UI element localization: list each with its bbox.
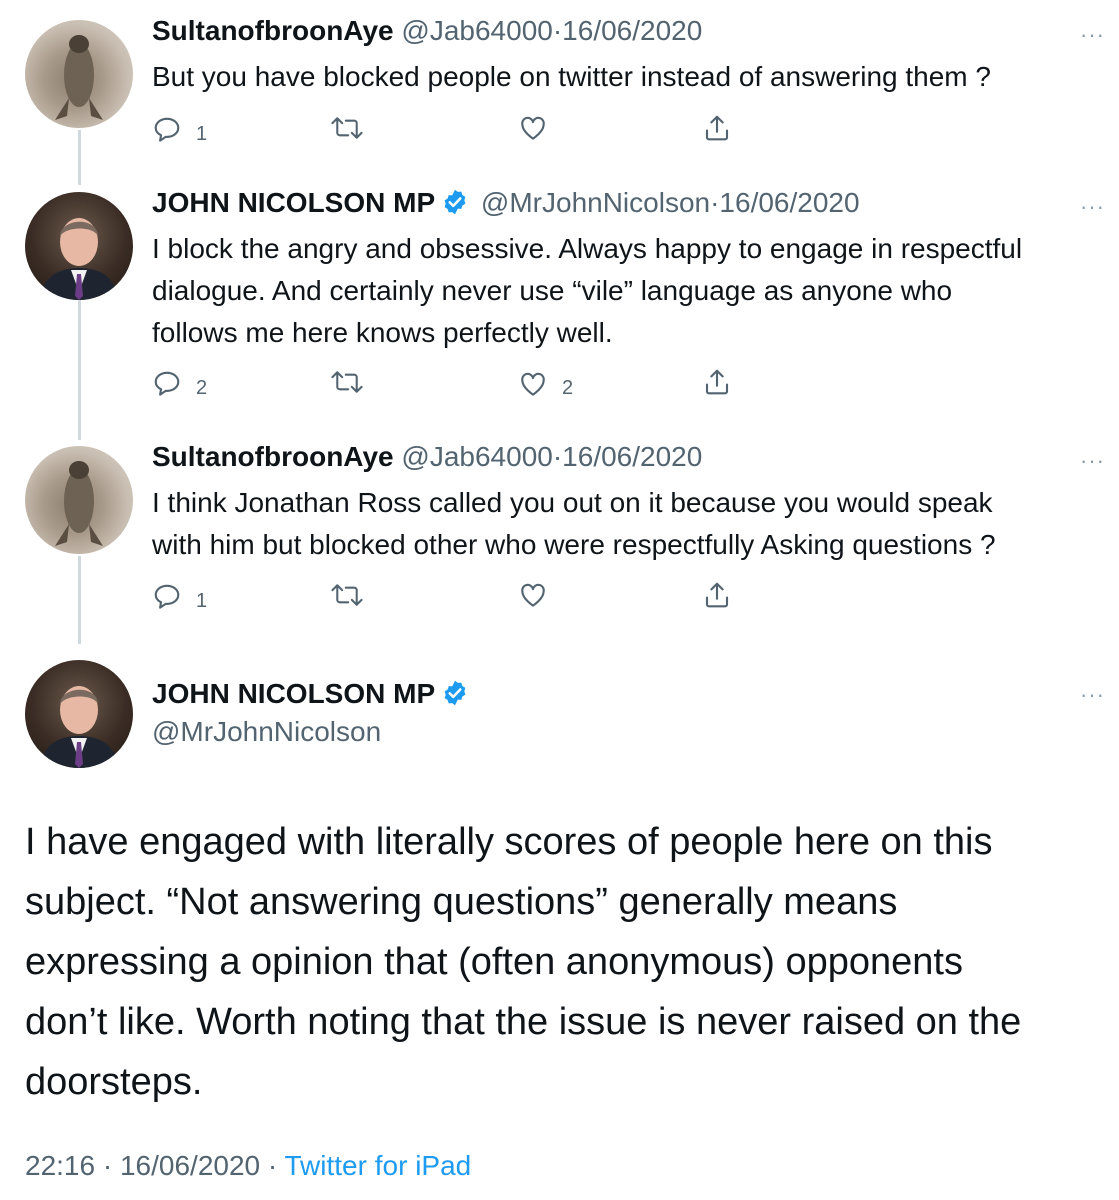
share-icon	[705, 369, 729, 395]
share-icon	[705, 115, 729, 141]
separator: ·	[267, 1150, 278, 1181]
tweet-text-line: But you have blocked people on twitter i…	[152, 61, 991, 92]
like-button[interactable]: 2	[518, 367, 573, 400]
main-tweet-line: don’t like. Worth noting that the issue …	[25, 1001, 1022, 1043]
tweet-text-line: with him but blocked other who were resp…	[152, 529, 996, 560]
tweet-text: I block the angry and obsessive. Always …	[152, 228, 1022, 354]
thread-connector	[78, 300, 81, 440]
separator: ·	[552, 441, 563, 472]
main-tweet-text: I have engaged with literally scores of …	[25, 812, 1105, 1112]
like-icon	[521, 372, 545, 396]
author-row: JOHN NICOLSON MP	[152, 676, 473, 712]
like-button[interactable]	[518, 113, 562, 143]
main-tweet-line: doorsteps.	[25, 1061, 203, 1103]
thread-connector	[78, 556, 81, 644]
main-tweet-line: expressing a opinion that (often anonymo…	[25, 941, 963, 983]
tweet-date[interactable]: 16/06/2020	[719, 187, 859, 218]
tweet-header: JOHN NICOLSON MP @MrJohnNicolson·16/06/2…	[152, 186, 860, 220]
share-button[interactable]	[702, 113, 732, 143]
like-button[interactable]	[518, 580, 562, 610]
more-options-icon[interactable]: ···	[1080, 682, 1105, 708]
tweet-text-line: I block the angry and obsessive. Always …	[152, 233, 1023, 264]
retweet-icon	[331, 584, 363, 606]
reply-button[interactable]: 1	[152, 113, 207, 146]
author-name[interactable]: SultanofbroonAye	[152, 15, 394, 46]
tweet-text: But you have blocked people on twitter i…	[152, 56, 991, 98]
author-handle[interactable]: @Jab64000	[401, 441, 552, 472]
main-tweet-line: subject. “Not answering questions” gener…	[25, 881, 898, 923]
tweet-text: I think Jonathan Ross called you out on …	[152, 482, 996, 566]
like-icon	[521, 116, 545, 140]
avatar-image	[55, 35, 103, 120]
author-handle[interactable]: @MrJohnNicolson	[481, 187, 710, 218]
tweet-text-line: follows me here knows perfectly well.	[152, 317, 613, 348]
avatar-image	[39, 218, 119, 300]
more-options-icon[interactable]: ···	[1080, 448, 1105, 474]
separator: ·	[552, 15, 563, 46]
reply-button[interactable]: 1	[152, 580, 207, 613]
verified-badge-icon	[444, 680, 466, 706]
like-count: 2	[562, 377, 574, 399]
avatar[interactable]	[25, 446, 133, 554]
separator: ·	[102, 1150, 113, 1181]
action-bar: 1	[152, 580, 792, 613]
retweet-icon	[331, 117, 363, 139]
share-button[interactable]	[702, 580, 732, 610]
reply-button[interactable]: 2	[152, 367, 207, 400]
action-bar: 1	[152, 113, 792, 146]
reply-count: 1	[196, 590, 208, 612]
tweet-date[interactable]: 16/06/2020	[562, 441, 702, 472]
author-name[interactable]: JOHN NICOLSON MP	[152, 678, 435, 709]
avatar[interactable]	[25, 660, 133, 768]
tweet-text-line: I think Jonathan Ross called you out on …	[152, 487, 993, 518]
author-handle[interactable]: @Jab64000	[401, 15, 552, 46]
tweet-date[interactable]: 16/06/2020	[120, 1150, 260, 1181]
reply-count: 1	[196, 123, 208, 145]
verified-badge-icon	[444, 189, 466, 215]
tweet-date[interactable]: 16/06/2020	[562, 15, 702, 46]
like-icon	[521, 583, 545, 607]
tweet-time[interactable]: 22:16	[25, 1150, 95, 1181]
thread-connector	[78, 130, 81, 185]
avatar[interactable]	[25, 192, 133, 300]
share-icon	[705, 582, 729, 608]
reply-icon	[154, 371, 180, 396]
retweet-icon	[331, 371, 363, 393]
reply-icon	[154, 584, 180, 609]
reply-icon	[154, 117, 180, 142]
author-name[interactable]: SultanofbroonAye	[152, 441, 394, 472]
retweet-button[interactable]	[330, 580, 378, 610]
action-bar: 2 2	[152, 367, 792, 400]
more-options-icon[interactable]: ···	[1080, 22, 1105, 48]
tweet-header: SultanofbroonAye @Jab64000·16/06/2020	[152, 14, 702, 48]
retweet-button[interactable]	[330, 113, 378, 143]
tweet-source-link[interactable]: Twitter for iPad	[285, 1150, 472, 1181]
tweet-header: SultanofbroonAye @Jab64000·16/06/2020	[152, 440, 702, 474]
author-handle[interactable]: @MrJohnNicolson	[152, 712, 473, 752]
share-button[interactable]	[702, 367, 732, 397]
avatar[interactable]	[25, 20, 133, 128]
more-options-icon[interactable]: ···	[1080, 194, 1105, 220]
main-tweet-line: I have engaged with literally scores of …	[25, 821, 993, 863]
tweet-meta: 22:16 · 16/06/2020 · Twitter for iPad	[25, 1150, 471, 1182]
avatar-image	[55, 461, 103, 546]
reply-count: 2	[196, 377, 208, 399]
retweet-button[interactable]	[330, 367, 378, 397]
avatar-image	[39, 686, 119, 768]
tweet-text-line: dialogue. And certainly never use “vile”…	[152, 275, 953, 306]
author-name[interactable]: JOHN NICOLSON MP	[152, 187, 435, 218]
